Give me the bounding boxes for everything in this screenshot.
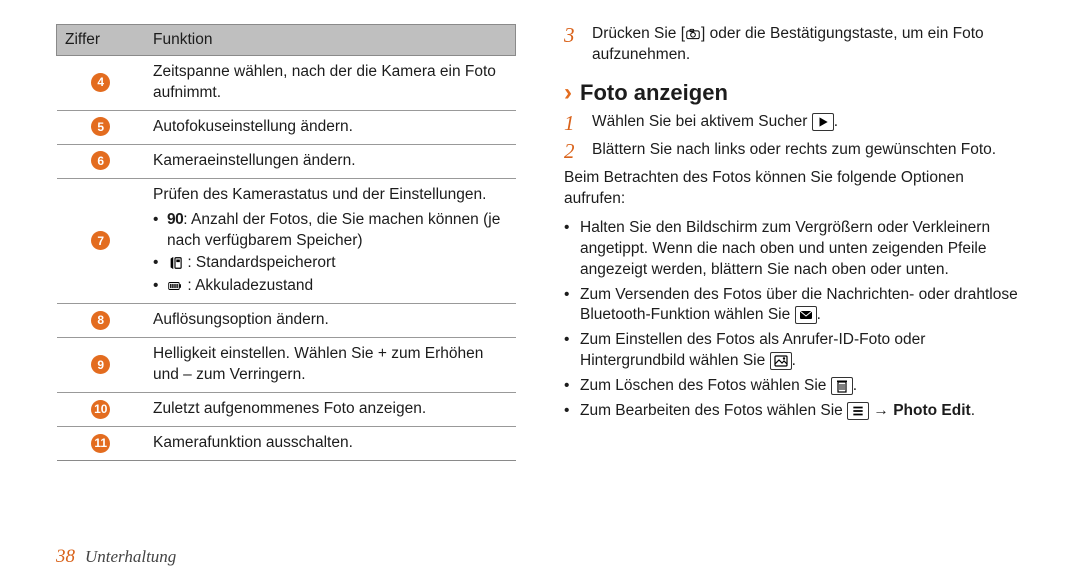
option-item: Zum Versenden des Fotos über die Nachric…	[564, 285, 1024, 327]
storage-icon	[167, 256, 183, 270]
row-lead: Prüfen des Kamerastatus und der Einstell…	[153, 186, 486, 203]
left-column: Ziffer Funktion 4 Zeitspanne wählen, nac…	[56, 24, 516, 461]
sub-item: 90: Anzahl der Fotos, die Sie machen kön…	[153, 210, 508, 252]
options-intro: Beim Betrachten des Fotos können Sie fol…	[564, 168, 1024, 210]
play-icon	[812, 113, 834, 131]
section-title: Foto anzeigen	[580, 80, 728, 106]
table-row: 11 Kamerafunktion ausschalten.	[57, 426, 516, 460]
row-text: Auflösungsoption ändern.	[145, 304, 516, 338]
table-row: 8 Auflösungsoption ändern.	[57, 304, 516, 338]
row-text: Autofokuseinstellung ändern.	[145, 110, 516, 144]
step-1: 1 Wählen Sie bei aktivem Sucher .	[564, 112, 1024, 134]
step-text: Wählen Sie bei aktivem Sucher .	[592, 112, 838, 134]
row-text: Kamerafunktion ausschalten.	[145, 426, 516, 460]
row-number-badge: 4	[91, 73, 110, 92]
arrow: →	[869, 402, 893, 419]
page-footer: 38 Unterhaltung	[56, 546, 176, 568]
sub-text: : Standardspeicherort	[187, 254, 335, 271]
photo-edit-label: Photo Edit	[893, 402, 971, 419]
th-ziffer: Ziffer	[57, 25, 146, 56]
table-row: 10 Zuletzt aufgenommenes Foto anzeigen.	[57, 393, 516, 427]
row-number-badge: 7	[91, 231, 110, 250]
menu-icon	[847, 402, 869, 420]
step-3: 3 Drücken Sie [] oder die Bestätigungsta…	[564, 24, 1024, 66]
send-icon	[795, 306, 817, 324]
function-table: Ziffer Funktion 4 Zeitspanne wählen, nac…	[56, 24, 516, 461]
row-text: Kameraeinstellungen ändern.	[145, 144, 516, 178]
step-text: Drücken Sie [] oder die Bestätigungstast…	[592, 24, 1024, 66]
row-number-badge: 11	[91, 434, 110, 453]
option-item: Halten Sie den Bildschirm zum Vergrößern…	[564, 218, 1024, 281]
battery-icon	[167, 279, 183, 293]
options-list: Halten Sie den Bildschirm zum Vergrößern…	[564, 218, 1024, 422]
step-number: 3	[564, 24, 582, 66]
row-complex: Prüfen des Kamerastatus und der Einstell…	[145, 178, 516, 304]
row-number-badge: 9	[91, 355, 110, 374]
row-text: Helligkeit einstellen. Wählen Sie + zum …	[145, 338, 516, 393]
trash-icon	[831, 377, 853, 395]
step-number: 1	[564, 112, 582, 134]
option-item: Zum Bearbeiten des Fotos wählen Sie → Ph…	[564, 401, 1024, 422]
photo-count-icon: 90	[167, 211, 183, 228]
table-row: 4 Zeitspanne wählen, nach der die Kamera…	[57, 56, 516, 111]
sub-text: : Anzahl der Fotos, die Sie machen könne…	[167, 211, 500, 249]
step-2: 2 Blättern Sie nach links oder rechts zu…	[564, 140, 1024, 162]
row-number-badge: 10	[91, 400, 110, 419]
table-row: 7 Prüfen des Kamerastatus und der Einste…	[57, 178, 516, 304]
footer-section: Unterhaltung	[85, 547, 176, 567]
option-item: Zum Einstellen des Fotos als Anrufer-ID-…	[564, 330, 1024, 372]
setas-icon	[770, 352, 792, 370]
manual-page: Ziffer Funktion 4 Zeitspanne wählen, nac…	[0, 0, 1080, 586]
row-number-badge: 8	[91, 311, 110, 330]
page-number: 38	[56, 546, 75, 568]
table-row: 6 Kameraeinstellungen ändern.	[57, 144, 516, 178]
section-heading: › Foto anzeigen	[564, 80, 1024, 106]
right-column: 3 Drücken Sie [] oder die Bestätigungsta…	[564, 24, 1024, 461]
camera-icon	[685, 27, 701, 41]
chevron-icon: ›	[564, 81, 572, 105]
row-text: Zuletzt aufgenommenes Foto anzeigen.	[145, 393, 516, 427]
step-text: Blättern Sie nach links oder rechts zum …	[592, 140, 996, 162]
row-text: Zeitspanne wählen, nach der die Kamera e…	[145, 56, 516, 111]
step-number: 2	[564, 140, 582, 162]
table-row: 5 Autofokuseinstellung ändern.	[57, 110, 516, 144]
option-item: Zum Löschen des Fotos wählen Sie .	[564, 376, 1024, 397]
th-funktion: Funktion	[145, 25, 516, 56]
sub-item: : Standardspeicherort	[153, 253, 508, 274]
row-number-badge: 6	[91, 151, 110, 170]
table-row: 9 Helligkeit einstellen. Wählen Sie + zu…	[57, 338, 516, 393]
table-header-row: Ziffer Funktion	[57, 25, 516, 56]
sub-item: : Akkuladezustand	[153, 276, 508, 297]
row-number-badge: 5	[91, 117, 110, 136]
sub-text: : Akkuladezustand	[187, 277, 313, 294]
